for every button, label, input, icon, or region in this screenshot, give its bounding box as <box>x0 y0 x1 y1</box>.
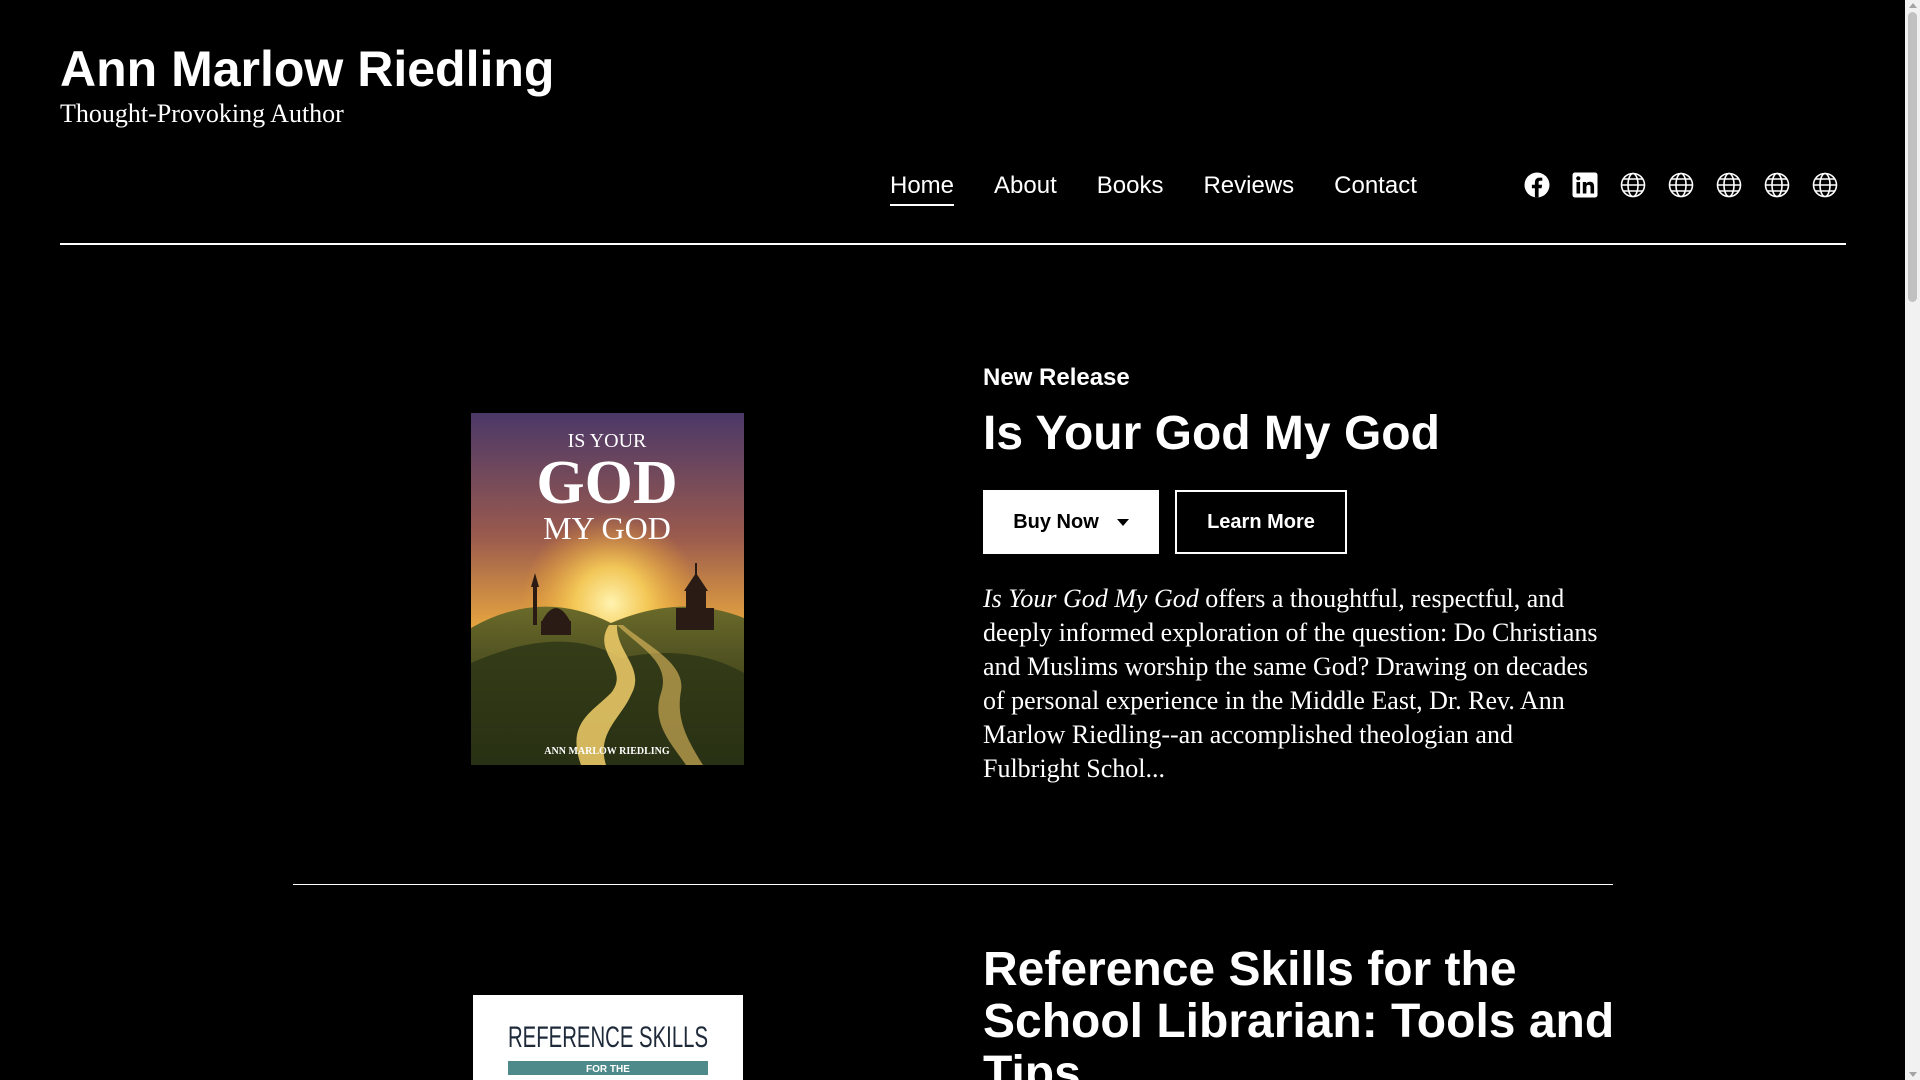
section-divider <box>293 884 1613 885</box>
site-title[interactable]: Ann Marlow Riedling <box>60 40 554 98</box>
linkedin-icon[interactable] <box>1572 172 1598 198</box>
header-divider <box>60 243 1846 245</box>
learn-more-button[interactable]: Learn More <box>1175 490 1347 554</box>
description-text: offers a thoughtful, respectful, and dee… <box>983 584 1598 783</box>
cover-line2: GOD <box>536 449 677 517</box>
second-book-title[interactable]: Reference Skills for the School Libraria… <box>983 944 1623 1080</box>
nav-about[interactable]: About <box>994 168 1057 204</box>
cover-line3: MY GOD <box>543 510 671 546</box>
scroll-down-arrow-icon[interactable] <box>1909 1072 1917 1077</box>
social-links <box>1524 172 1838 198</box>
facebook-icon[interactable] <box>1524 172 1550 198</box>
book-description: Is Your God My God offers a thoughtful, … <box>983 582 1605 786</box>
globe-icon[interactable] <box>1620 172 1646 198</box>
globe-icon[interactable] <box>1716 172 1742 198</box>
book-cover-is-your-god-my-god[interactable]: IS YOUR GOD MY GOD ANN MARLOW RIEDLING <box>471 413 744 765</box>
globe-icon[interactable] <box>1812 172 1838 198</box>
main-nav: Home About Books Reviews Contact <box>890 168 1417 208</box>
globe-icon[interactable] <box>1764 172 1790 198</box>
vertical-scrollbar[interactable] <box>1905 0 1920 1080</box>
description-book-title: Is Your God My God <box>983 584 1199 613</box>
featured-book-title[interactable]: Is Your God My God <box>983 405 1440 463</box>
cover2-line1: REFERENCE SKILLS <box>508 1021 708 1054</box>
caret-down-icon <box>1116 518 1129 526</box>
book-cover-reference-skills[interactable]: REFERENCE SKILLS FOR THE <box>473 995 743 1080</box>
nav-home[interactable]: Home <box>890 168 955 206</box>
scroll-up-arrow-icon[interactable] <box>1909 3 1917 8</box>
buy-now-button[interactable]: Buy Now <box>983 490 1159 554</box>
buy-now-label: Buy Now <box>1013 510 1099 533</box>
cover2-line2: FOR THE <box>586 1064 630 1075</box>
site-tagline: Thought-Provoking Author <box>60 99 344 128</box>
nav-reviews[interactable]: Reviews <box>1203 168 1294 204</box>
new-release-label: New Release <box>983 364 1130 391</box>
nav-books[interactable]: Books <box>1097 168 1164 204</box>
page: Ann Marlow Riedling Thought-Provoking Au… <box>0 0 1905 1080</box>
nav-contact[interactable]: Contact <box>1334 168 1417 204</box>
globe-icon[interactable] <box>1668 172 1694 198</box>
cover-author: ANN MARLOW RIEDLING <box>544 746 670 757</box>
scrollbar-thumb[interactable] <box>1908 12 1917 302</box>
